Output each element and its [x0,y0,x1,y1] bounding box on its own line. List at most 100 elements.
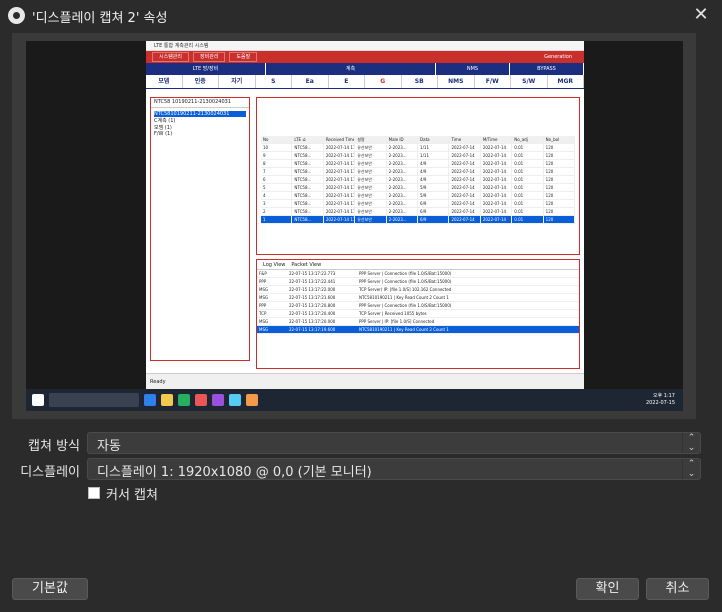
captured-log-cell: PPP Server | Connection (file 1.0/S/Bat:… [359,279,452,284]
capture-method-value: 자동 [97,439,121,454]
captured-table-header: No LTE 쇼 Received Time 설명 Male ID Data Time M/T… [261,136,576,144]
captured-tool: G [365,75,402,88]
captured-group-bar: LTE 망/장비 계측 NMS BYPASS [146,63,584,75]
captured-table-cell: 1 [261,216,293,223]
captured-log-cell: MSG [259,327,269,332]
captured-table-cell: 유선보안 [355,208,387,215]
captured-screen: LTE 통합 계측관리 시스템 시스템관리 장비관리 도움말 Generatio… [146,41,584,389]
ok-button[interactable]: 확인 [576,578,639,600]
captured-tree-item: 모뎀 (1) [154,125,172,131]
captured-table-cell: 2022-07-14 [449,168,481,175]
captured-table-cell: 2-2023... [387,192,419,199]
captured-table-cell: 0.01 [512,208,544,215]
captured-table-cell: 2-2023... [387,184,419,191]
captured-log-cell: PPP Server | Connection (file 1.0/S/Bat:… [359,303,452,308]
captured-table-cell: 120 [544,144,576,151]
taskbar-clock: 오후 1:17 2022-07-15 [646,393,675,407]
captured-table-cell: 5/9 [418,184,450,191]
captured-tree-header: NTC58 10190211-2130024031 [151,98,249,108]
captured-table-cell: 2022-07-14 [481,200,513,207]
captured-table-cell: 2022-07-14 [481,208,513,215]
captured-table-cell: 2022-07-14 17:30:18 [325,184,356,191]
captured-table-cell: 6/9 [418,208,450,215]
captured-table-cell: 2022-07-14 17:30:18 [325,168,356,175]
captured-taskbar: 오후 1:17 2022-07-15 [26,389,683,411]
display-value: 디스플레이 1: 1920x1080 @ 0,0 (기본 모니터) [97,465,372,480]
captured-table-row: 4NTC58...2022-07-14 17:30:18유선보안2-2023..… [261,192,576,200]
cancel-button[interactable]: 취소 [646,578,709,600]
captured-log-cell: 22-07-15 13:17:22.773 [289,271,336,276]
captured-table-cell: Male ID [387,136,419,143]
captured-group: NMS [436,63,510,75]
captured-table-cell: 120 [544,160,576,167]
captured-table-cell: 설명 [355,136,387,143]
captured-table-cell: 120 [544,192,576,199]
captured-table-row: 1NTC58...2022-07-14 17:30:18유선보안2-2023..… [261,216,576,224]
captured-table-cell: 2022-07-14 [481,168,513,175]
captured-table-cell: 2-2023... [387,144,419,151]
captured-log-cell: 22-07-15 13:17:19.600 [289,327,336,332]
captured-table-cell: 2022-07-14 17:30:18 [325,192,356,199]
captured-table-cell: NTC58... [292,208,324,215]
display-select[interactable]: 디스플레이 1: 1920x1080 @ 0,0 (기본 모니터) ⌃ ⌄ [87,458,701,480]
captured-table-row: 7NTC58...2022-07-14 17:30:18유선보안2-2023..… [261,168,576,176]
defaults-button[interactable]: 기본값 [12,578,88,600]
obs-logo-icon [8,7,25,24]
captured-log-cell: NTC5810190211 | Key Read Count 2 Count 1 [359,295,449,300]
captured-table-cell: 2022-07-14 [481,160,513,167]
captured-table-cell: 5 [261,184,293,191]
captured-tree-item: C계측 (1) [154,118,176,124]
captured-table-cell: NTC58... [292,176,324,183]
captured-log-cell: PPP Server | IP: [file 1.0/S] Connected [359,319,435,324]
taskbar-app-icon [161,394,173,406]
captured-log-cell: PPP [259,303,267,308]
capture-method-select[interactable]: 자동 ⌃ ⌄ [87,432,701,454]
captured-table-cell: NTC58... [292,160,324,167]
cursor-capture-checkbox[interactable] [88,487,100,499]
captured-table-cell: NTC58... [292,200,324,207]
close-icon[interactable]: ✕ [690,4,712,26]
captured-log-cell: 22-07-15 13:17:21.600 [289,295,336,300]
captured-menu-item: 장비관리 [193,52,226,62]
captured-table-cell: 120 [544,200,576,207]
captured-table-cell: 4/9 [418,176,450,183]
captured-log-cell: MSG [259,287,269,292]
captured-menu-item: 시스템관리 [152,52,190,62]
captured-generation-label: Generation [544,54,572,60]
captured-log-row: PPP 22-07-15 13:17:20.800 PPP Server | Con… [257,302,579,310]
captured-table-cell: NTC58... [292,144,324,151]
captured-table-cell: 2022-07-14 17:30:18 [325,160,356,167]
captured-table-cell: 2022-07-14 [481,184,513,191]
captured-table-cell: 유선보안 [355,192,387,199]
taskbar-date: 2022-07-15 [645,400,675,406]
captured-table-cell: 2-2023... [387,176,419,183]
captured-table-cell: 2-2023... [387,200,419,207]
captured-group: 계측 [266,63,436,75]
preview-area: LTE 통합 계측관리 시스템 시스템관리 장비관리 도움말 Generatio… [12,33,696,419]
captured-table-cell: M/Time [481,136,513,143]
captured-table-cell: 1/11 [418,152,450,159]
captured-table-cell: 2022-07-14 [481,152,513,159]
captured-table-cell: 2022-07-14 [449,152,481,159]
captured-table-cell: 2-2023... [387,160,419,167]
captured-table-cell: 120 [544,176,576,183]
captured-table-cell: 0.01 [512,200,544,207]
captured-tool: E [329,75,365,88]
captured-log-cell: TCP Server) IP: [file 1.0/S] 102.162 Con… [359,287,452,292]
captured-table-row: 2NTC58...2022-07-14 17:30:18유선보안2-2023..… [261,208,576,216]
captured-table-cell: 2022-07-14 [481,216,513,223]
captured-table-cell: 유선보안 [355,168,387,175]
captured-table-cell: 2022-07-14 [481,144,513,151]
captured-table-cell: LTE 쇼 [292,136,324,143]
captured-table-row: 3NTC58...2022-07-14 17:30:18유선보안2-2023..… [261,200,576,208]
captured-log-cell: 22-07-15 13:17:20.000 [289,319,336,324]
captured-table-cell: 2022-07-14 [449,144,481,151]
captured-table-cell: 120 [544,168,576,175]
captured-table-cell: 0.01 [512,216,544,223]
captured-table-cell: 2022-07-14 [449,160,481,167]
captured-table-row: 8NTC58...2022-07-14 17:30:18유선보안2-2023..… [261,160,576,168]
captured-tool: MGR [548,75,584,88]
captured-table-row: 6NTC58...2022-07-14 17:30:18유선보안2-2023..… [261,176,576,184]
captured-log-cell: 22-07-15 13:17:22.000 [289,287,336,292]
captured-log-cell: TCP Server | Received 1055 bytes [359,311,427,316]
